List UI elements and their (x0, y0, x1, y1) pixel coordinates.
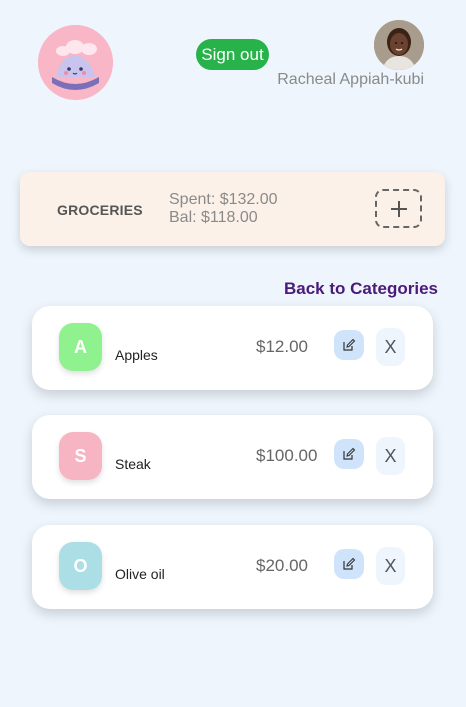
username: Racheal Appiah-kubi (277, 71, 424, 88)
category-stats: Spent: $132.00 Bal: $118.00 (169, 191, 278, 227)
plus-icon (390, 200, 407, 217)
item-price: $20.00 (256, 556, 308, 575)
edit-button[interactable] (334, 549, 364, 579)
delete-button[interactable]: X (376, 437, 405, 475)
edit-icon (343, 447, 356, 460)
item-name: Olive oil (115, 566, 165, 582)
item-initial-badge: S (59, 432, 102, 480)
edit-button[interactable] (334, 439, 364, 469)
logo-icon (38, 25, 113, 100)
avatar[interactable] (374, 20, 424, 70)
category-card: GROCERIES Spent: $132.00 Bal: $118.00 (20, 172, 445, 246)
sign-out-button[interactable]: Sign out (196, 39, 269, 70)
item-name: Apples (115, 347, 158, 363)
list-item: S Steak $100.00 X (32, 415, 433, 499)
delete-button[interactable]: X (376, 328, 405, 366)
category-name: GROCERIES (57, 202, 143, 218)
list-item: A Apples $12.00 X (32, 306, 433, 390)
delete-button[interactable]: X (376, 547, 405, 585)
item-price: $12.00 (256, 337, 308, 356)
back-to-categories-link[interactable]: Back to Categories (284, 279, 438, 299)
add-item-button[interactable] (375, 189, 422, 228)
category-balance: Bal: $118.00 (169, 209, 258, 226)
item-name: Steak (115, 456, 151, 472)
edit-icon (343, 338, 356, 351)
list-item: O Olive oil $20.00 X (32, 525, 433, 609)
item-initial-badge: A (59, 323, 102, 371)
edit-icon (343, 557, 356, 570)
edit-button[interactable] (334, 330, 364, 360)
item-initial-badge: O (59, 542, 102, 590)
item-price: $100.00 (256, 446, 318, 465)
category-spent: Spent: $132.00 (169, 191, 278, 208)
page: Sign out Racheal Appiah-kubi GROCERIES S… (0, 0, 466, 707)
